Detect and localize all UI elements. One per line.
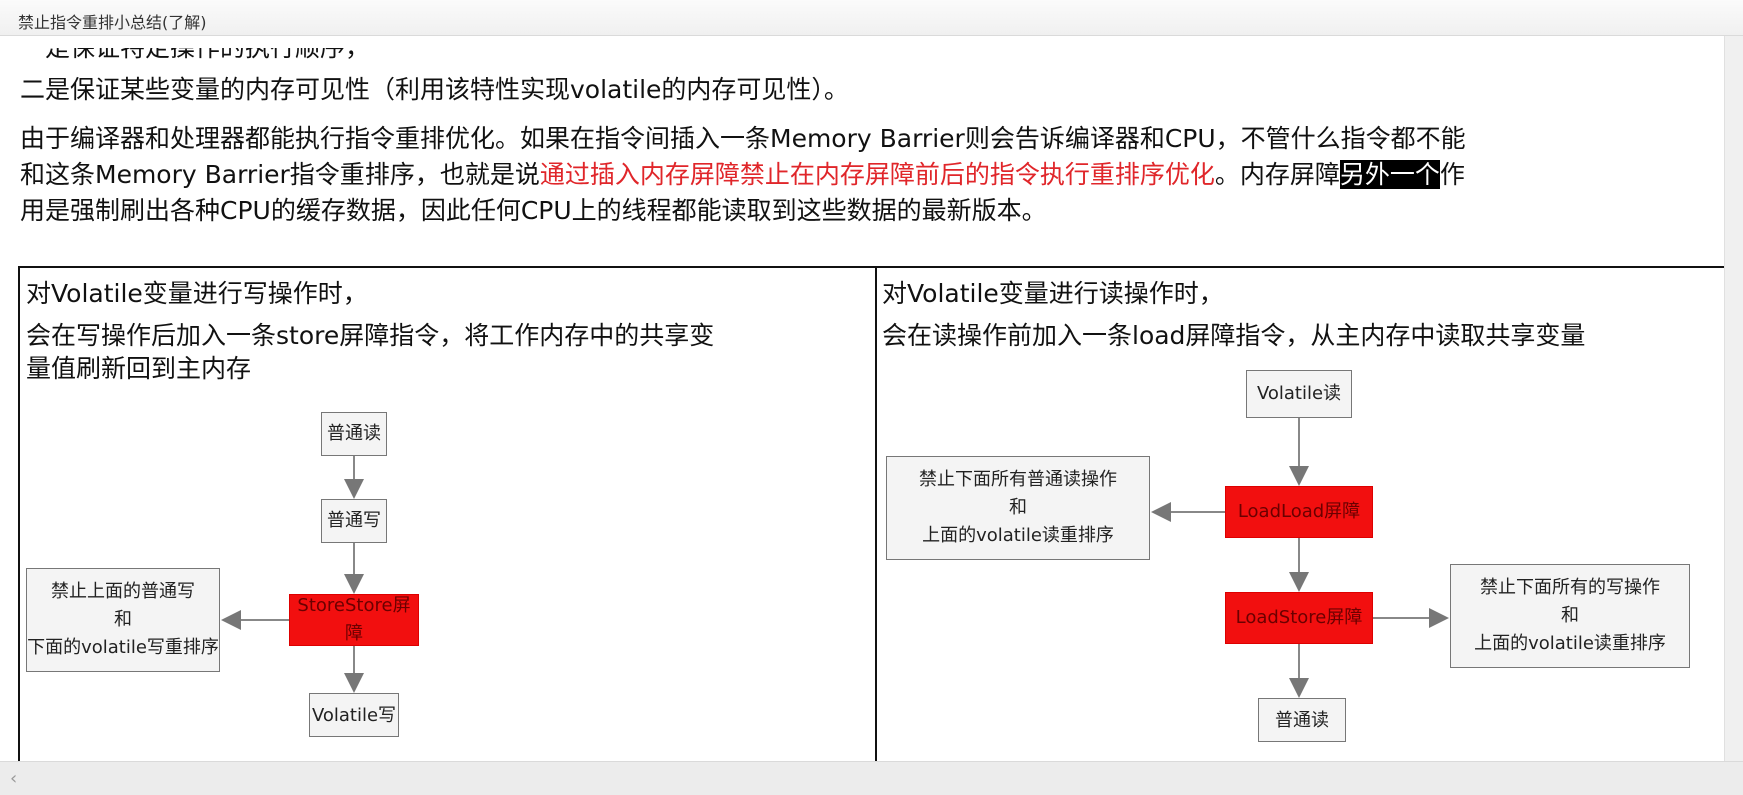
paragraph-barrier-line3: 用是强制刷出各种CPU的缓存数据，因此任何CPU上的线程都能读取到这些数据的最新… xyxy=(20,196,1047,225)
vertical-scrollbar[interactable] xyxy=(1724,36,1743,761)
scroll-left-icon[interactable]: ‹ xyxy=(10,768,17,789)
window-title: 禁止指令重排小总结(了解) xyxy=(18,13,207,32)
paragraph-barrier-line2: 和这条Memory Barrier指令重排序，也就是说通过插入内存屏障禁止在内存… xyxy=(20,160,1465,189)
horizontal-scrollbar[interactable]: ‹ xyxy=(0,761,1743,795)
comparison-table: 对Volatile变量进行写操作时， 会在写操作后加入一条store屏障指令，将… xyxy=(18,266,1724,761)
red-emphasis-text: 通过插入内存屏障禁止在内存屏障前后的指令执行重排序优化 xyxy=(539,160,1215,189)
window-titlebar: 禁止指令重排小总结(了解) xyxy=(0,0,1743,36)
selected-text[interactable]: 另外一个 xyxy=(1339,160,1440,189)
paragraph-visibility: 二是保证某些变量的内存可见性（利用该特性实现volatile的内存可见性）。 xyxy=(20,75,849,104)
paragraph-barrier-line1: 由于编译器和处理器都能执行指令重排优化。如果在指令间插入一条Memory Bar… xyxy=(20,124,1466,153)
flow-arrows xyxy=(221,418,1449,698)
document-view[interactable]: 一是保证特定操作的执行顺序， 二是保证某些变量的内存可见性（利用该特性实现vol… xyxy=(0,36,1724,761)
cut-off-line: 一是保证特定操作的执行顺序， xyxy=(20,48,370,72)
